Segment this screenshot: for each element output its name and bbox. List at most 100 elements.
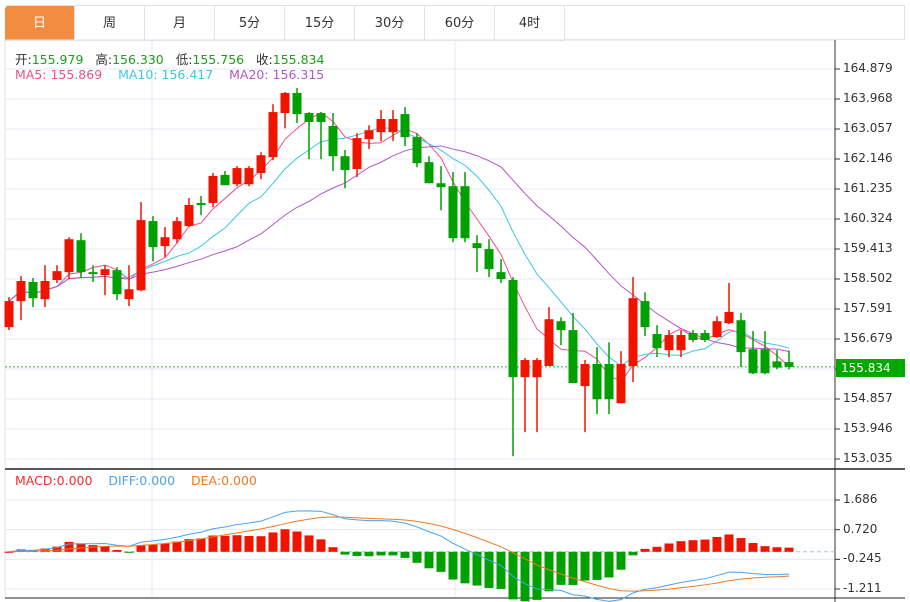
macd-histogram-bar — [748, 543, 758, 552]
candle-up — [172, 221, 182, 240]
candle-up — [124, 289, 134, 300]
price-tick-label: 153.035 — [843, 451, 893, 465]
macd-histogram-bar — [628, 551, 638, 556]
macd-tick-label: 1.686 — [843, 492, 878, 506]
candle-up — [16, 281, 26, 302]
candle-up — [40, 281, 50, 300]
macd-histogram-bar — [160, 543, 170, 552]
macd-histogram-bar — [568, 551, 578, 585]
candle-up — [352, 138, 362, 170]
candle-up — [628, 298, 638, 366]
candle-up — [676, 335, 686, 351]
macd-histogram-bar — [112, 550, 122, 552]
candle-down — [76, 240, 86, 273]
candle-down — [316, 113, 326, 122]
price-tick-label: 153.946 — [843, 421, 893, 435]
macd-histogram-bar — [400, 551, 410, 558]
candle-up — [664, 335, 674, 351]
candle-down — [496, 272, 506, 280]
candle-down — [772, 361, 782, 368]
macd-histogram-bar — [784, 547, 794, 552]
macd-histogram-bar — [472, 551, 482, 586]
macd-histogram-bar — [724, 534, 734, 552]
macd-histogram-bar — [484, 551, 494, 588]
current-price-badge: 155.834 — [836, 359, 905, 377]
ma10-line — [8, 127, 790, 367]
candle-down — [484, 249, 494, 270]
candle-down — [604, 364, 614, 400]
macd-histogram-bar — [268, 532, 278, 552]
candle-down — [748, 349, 758, 374]
candle-down — [196, 202, 206, 205]
candle-up — [256, 155, 266, 174]
ma-info: MA5: 155.869 MA10: 156.417 MA20: 156.315 — [15, 67, 324, 82]
macd-histogram-bar — [328, 547, 338, 552]
macd-histogram-bar — [340, 551, 350, 555]
macd-histogram-bar — [148, 544, 158, 552]
macd-histogram-bar — [316, 539, 326, 552]
candle-down — [304, 113, 314, 122]
candle-down — [340, 156, 350, 171]
macd-histogram-bar — [376, 551, 386, 556]
macd-histogram-bar — [688, 540, 698, 552]
high-label: 高: — [95, 52, 113, 67]
candle-down — [460, 186, 470, 239]
candle-up — [724, 311, 734, 324]
price-tick-label: 157.591 — [843, 300, 893, 315]
macd-histogram-bar — [88, 545, 98, 552]
candle-down — [400, 114, 410, 138]
candle-down — [784, 362, 794, 367]
open-value: 155.979 — [31, 52, 84, 67]
candle-up — [64, 239, 74, 273]
candle-up — [232, 168, 242, 185]
macd-tick-label: 0.720 — [843, 521, 878, 536]
macd-tick-label: -1.211 — [843, 581, 882, 595]
candle-down — [640, 301, 650, 328]
candle-down — [736, 320, 746, 353]
candle-down — [112, 270, 122, 295]
dea-value: DEA:0.000 — [191, 473, 257, 488]
price-tick-label: 159.413 — [843, 240, 893, 255]
candle-down — [220, 174, 230, 186]
macd-histogram-bar — [244, 536, 254, 552]
candle-down — [700, 333, 710, 340]
price-tick-label: 163.968 — [843, 90, 893, 105]
candle-up — [208, 175, 218, 203]
macd-histogram-bar — [772, 547, 782, 552]
candle-down — [760, 349, 770, 374]
candle-up — [532, 360, 542, 378]
macd-histogram-bar — [256, 536, 266, 552]
candle-down — [592, 364, 602, 400]
macd-histogram-bar — [136, 545, 146, 552]
low-label: 低: — [175, 52, 193, 67]
macd-histogram-bar — [412, 551, 422, 563]
macd-histogram-bar — [616, 551, 626, 570]
candle-up — [376, 119, 386, 133]
candle-down — [292, 93, 302, 115]
price-tick-label: 163.057 — [843, 120, 893, 135]
macd-histogram-bar — [292, 531, 302, 552]
candle-up — [244, 168, 254, 185]
macd-histogram-bar — [676, 541, 686, 552]
low-value: 155.756 — [192, 52, 245, 67]
macd-tick-label: -0.245 — [843, 551, 882, 566]
price-tick-label: 164.879 — [843, 61, 893, 75]
candle-up — [712, 321, 722, 338]
candle-down — [436, 183, 446, 188]
macd-histogram-bar — [556, 551, 566, 585]
close-value: 155.834 — [272, 52, 325, 67]
candle-up — [52, 271, 62, 281]
ohlc-info: 开:155.979 高:156.330 低:155.756 收:155.834 — [15, 49, 324, 68]
macd-histogram-bar — [544, 551, 554, 592]
macd-histogram-bar — [460, 551, 470, 584]
kline-chart[interactable] — [0, 0, 910, 602]
candle-down — [688, 333, 698, 340]
diff-value: DIFF:0.000 — [108, 473, 176, 488]
candle-up — [160, 237, 170, 247]
macd-value: MACD:0.000 — [15, 473, 93, 488]
macd-histogram-bar — [496, 551, 506, 589]
price-tick-label: 162.146 — [843, 150, 893, 165]
candle-down — [568, 330, 578, 384]
macd-histogram-bar — [388, 551, 398, 556]
price-tick-label: 154.857 — [843, 391, 893, 405]
